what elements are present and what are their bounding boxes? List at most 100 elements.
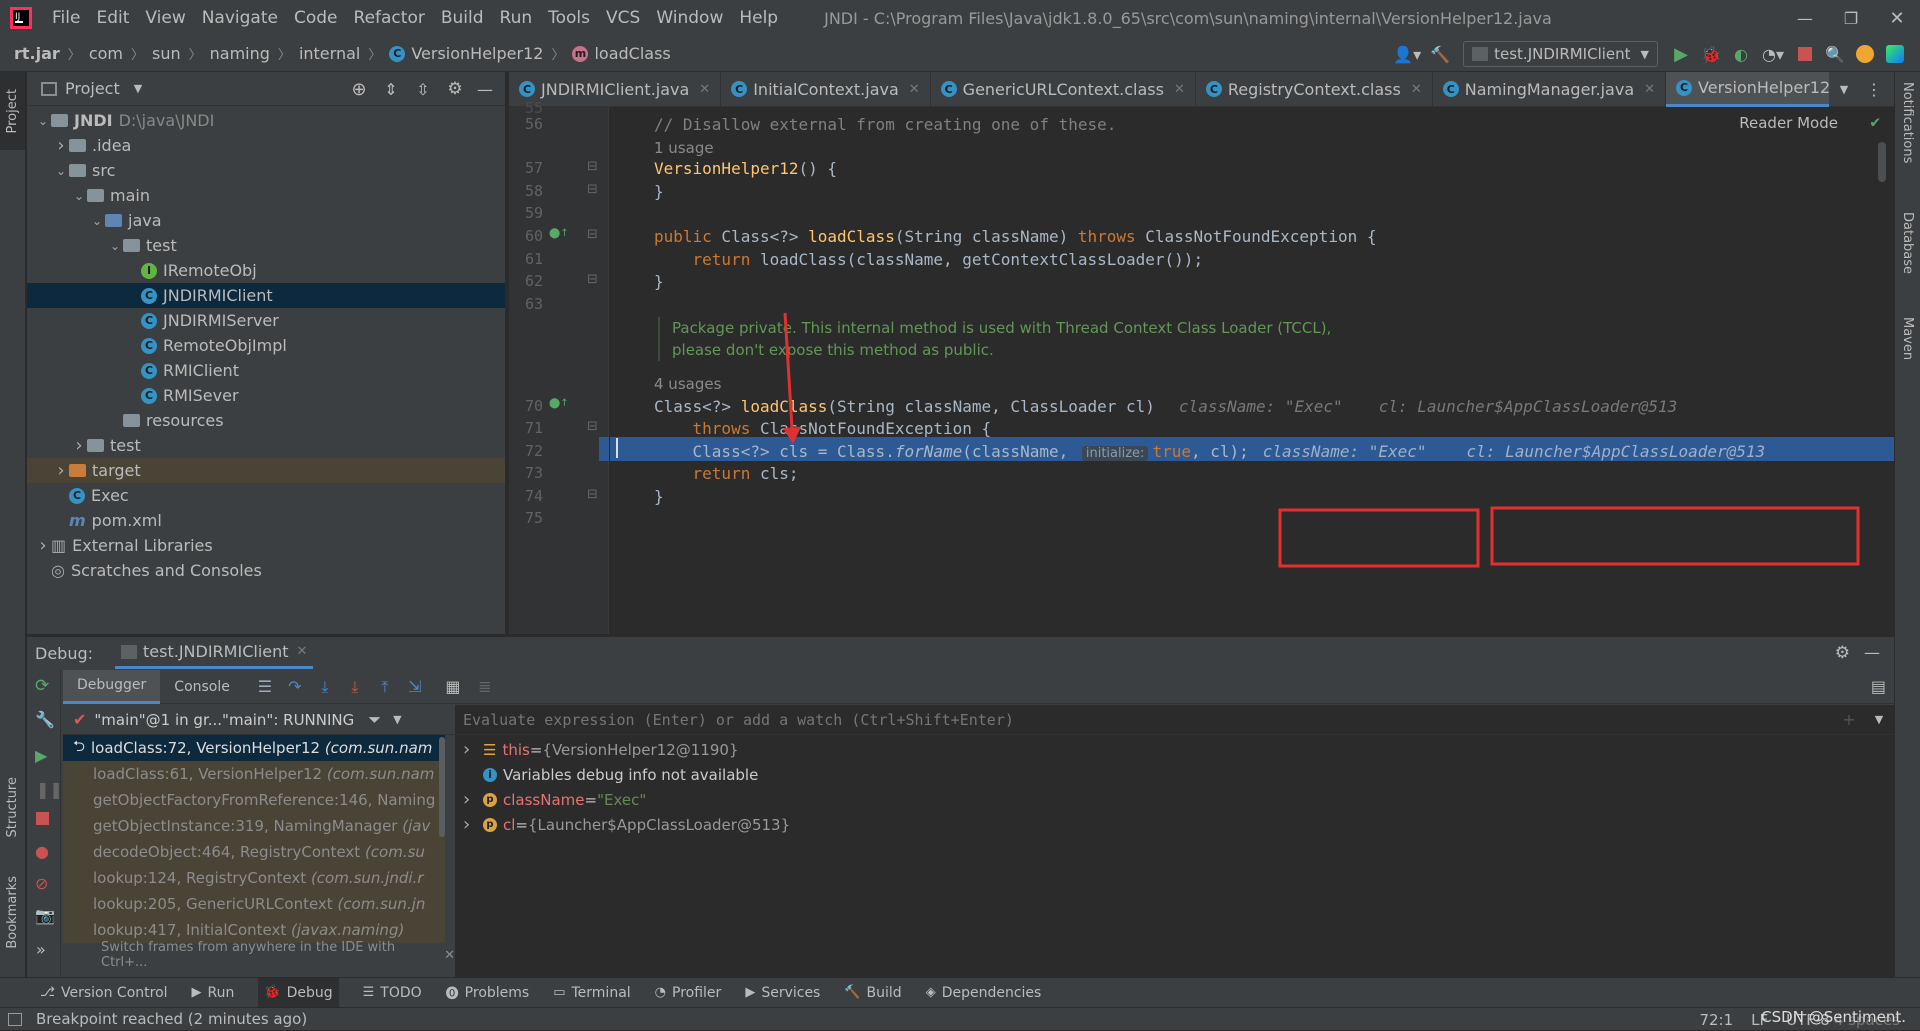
tree-item[interactable]: ⌄ test xyxy=(27,233,505,258)
tree-item[interactable]: C JNDIRMIServer xyxy=(27,308,505,333)
menu-navigate[interactable]: Navigate xyxy=(202,8,278,28)
editor-gutter[interactable]: 55 56 57 ⊟ 58 ⊟ 59 60 ⬤↑ ⊟ 61 62 ⊟ 63 70 ⬤↑ 71 ⊟ 72 73 74 ⊟ 75 xyxy=(509,99,609,634)
line-number[interactable]: 75 xyxy=(509,509,543,527)
fold-icon[interactable]: ⊟ xyxy=(587,272,598,287)
tree-item[interactable]: resources xyxy=(27,408,505,433)
tab-overflow-icon[interactable]: ▼ xyxy=(1829,83,1859,96)
stack-frame[interactable]: loadClass:61, VersionHelper12 (com.sun.n… xyxy=(63,761,445,787)
chevron-down-icon[interactable]: ▼ xyxy=(1864,713,1894,726)
step-out-icon[interactable]: ⤒ xyxy=(370,677,400,697)
camera-icon[interactable]: 📷 xyxy=(35,906,55,925)
chevron-right-icon[interactable]: › xyxy=(463,814,479,835)
breadcrumb-item[interactable]: internal xyxy=(299,44,360,63)
chevron-right-icon[interactable]: › xyxy=(53,135,69,156)
tree-item[interactable]: C RMIClient xyxy=(27,358,505,383)
stack-frame[interactable]: getObjectFactoryFromReference:146, Namin… xyxy=(63,787,445,813)
tool-tab-version-control[interactable]: ⎇ Version Control xyxy=(40,985,168,1001)
tree-item[interactable]: › ▥ External Libraries xyxy=(27,533,505,558)
tree-item[interactable]: ⌄ main xyxy=(27,183,505,208)
close-icon[interactable]: ✕ xyxy=(699,82,710,97)
stack-frame[interactable]: getObjectInstance:319, NamingManager (ja… xyxy=(63,813,445,839)
evaluate-expression-input[interactable] xyxy=(463,710,1834,729)
status-icon[interactable] xyxy=(8,1012,22,1026)
editor-tab[interactable]: C GenericURLContext.class ✕ xyxy=(931,71,1196,107)
tree-item[interactable]: C Exec xyxy=(27,483,505,508)
fold-icon[interactable]: ⊟ xyxy=(587,159,598,174)
step-over-icon[interactable]: ↷ xyxy=(280,677,310,696)
code-line[interactable]: return cls; xyxy=(654,464,799,483)
line-number[interactable]: 62 xyxy=(509,272,543,290)
line-number[interactable]: 73 xyxy=(509,464,543,482)
wrench-icon[interactable]: 🔧 xyxy=(35,710,55,729)
tool-tab-services[interactable]: ▶ Services xyxy=(745,985,820,1001)
code-line[interactable]: } xyxy=(654,272,664,291)
jetbrains-toolbox-icon[interactable] xyxy=(1880,45,1910,63)
minimize-icon[interactable]: — xyxy=(1782,0,1828,36)
line-number[interactable]: 71 xyxy=(509,419,543,437)
menu-file[interactable]: File xyxy=(52,8,80,28)
code-line[interactable]: throws ClassNotFoundException { xyxy=(654,419,992,438)
show-execution-point-icon[interactable]: ☰ xyxy=(250,677,280,696)
database-tool-button[interactable]: Database xyxy=(1895,212,1920,302)
chevron-right-icon[interactable]: › xyxy=(463,739,479,760)
menu-run[interactable]: Run xyxy=(500,8,533,28)
fold-icon[interactable]: ⊟ xyxy=(587,182,598,197)
coverage-icon[interactable]: ◐ xyxy=(1726,45,1756,64)
code-editor[interactable]: Reader Mode ✔ // Disallow external from … xyxy=(610,107,1894,634)
step-into-icon[interactable]: ⤓ xyxy=(310,677,340,697)
editor-tab[interactable]: CVersionHelper12.java✕ xyxy=(1666,71,1829,107)
implementation-marker-icon[interactable]: ⬤↑ xyxy=(549,228,569,239)
editor-tab[interactable]: C RegistryContext.class ✕ xyxy=(1196,71,1433,107)
chevron-down-icon[interactable]: ⌄ xyxy=(107,239,123,253)
trace-icon[interactable]: ≣ xyxy=(470,677,500,696)
code-line[interactable]: Class<?> cls = Class.forName(className, … xyxy=(654,442,1765,461)
line-number[interactable]: 70 xyxy=(509,397,543,415)
rerun-icon[interactable]: ⟳ xyxy=(35,676,49,696)
project-tool-button[interactable]: Project xyxy=(0,72,25,150)
updates-icon[interactable] xyxy=(1850,45,1880,63)
user-icon[interactable]: 👤▾ xyxy=(1389,45,1425,64)
line-number[interactable]: 61 xyxy=(509,250,543,268)
menu-help[interactable]: Help xyxy=(739,8,778,28)
frames-scrollbar[interactable] xyxy=(439,737,445,837)
close-icon[interactable]: ✕ xyxy=(1411,82,1422,97)
tree-item[interactable]: C JNDIRMIClient xyxy=(27,283,505,308)
chevron-down-icon[interactable]: ⌄ xyxy=(71,189,87,203)
code-line[interactable]: } xyxy=(654,487,664,506)
gear-icon[interactable]: ⚙ xyxy=(1835,643,1850,663)
tree-item[interactable]: C RMISever xyxy=(27,383,505,408)
chevron-down-icon[interactable]: ⌄ xyxy=(89,214,105,228)
tool-tab-run[interactable]: ▶ Run xyxy=(192,985,235,1001)
code-line[interactable]: public Class<?> loadClass(String classNa… xyxy=(654,227,1376,246)
restore-icon[interactable]: ❐ xyxy=(1828,0,1874,36)
breadcrumb-item[interactable]: naming xyxy=(210,44,270,63)
tool-tab-build[interactable]: 🔨 Build xyxy=(844,985,901,1001)
debug-icon[interactable]: 🐞 xyxy=(1696,45,1726,64)
code-line[interactable]: } xyxy=(654,182,664,201)
breadcrumb-item[interactable]: loadClass xyxy=(594,44,670,63)
fold-icon[interactable]: ⊟ xyxy=(587,487,598,502)
run-icon[interactable]: ▶ xyxy=(1666,44,1696,65)
collapse-all-icon[interactable]: ⇳ xyxy=(407,80,439,99)
close-icon[interactable]: ✕ xyxy=(444,948,455,963)
filter-icon[interactable]: ⏷ xyxy=(368,710,381,730)
build-hammer-icon[interactable]: 🔨 xyxy=(1425,45,1455,64)
breadcrumb-item[interactable]: com xyxy=(89,44,123,63)
tool-tab-dependencies[interactable]: ◈ Dependencies xyxy=(926,985,1042,1001)
line-number[interactable]: 57 xyxy=(509,159,543,177)
editor-tab[interactable]: C InitialContext.java ✕ xyxy=(721,71,931,107)
menu-tools[interactable]: Tools xyxy=(548,8,590,28)
breadcrumb-item[interactable]: VersionHelper12 xyxy=(411,44,543,63)
breadcrumb-item[interactable]: rt.jar xyxy=(14,44,60,63)
code-line[interactable]: VersionHelper12() { xyxy=(654,159,837,178)
tree-item[interactable]: m pom.xml xyxy=(27,508,505,533)
variable-row[interactable]: › p cl = {Launcher$AppClassLoader@513} xyxy=(455,812,1894,837)
stack-frame[interactable]: decodeObject:464, RegistryContext (com.s… xyxy=(63,839,445,865)
menu-code[interactable]: Code xyxy=(294,8,338,28)
stop-icon[interactable] xyxy=(36,812,49,825)
variable-row[interactable]: › p className = "Exec" xyxy=(455,787,1894,812)
structure-tool-button[interactable]: Structure xyxy=(0,762,25,852)
layout-icon[interactable]: ▤ xyxy=(1871,677,1886,696)
tool-tab-profiler[interactable]: ◔ Profiler xyxy=(655,985,722,1001)
chevron-right-icon[interactable]: › xyxy=(71,435,87,456)
